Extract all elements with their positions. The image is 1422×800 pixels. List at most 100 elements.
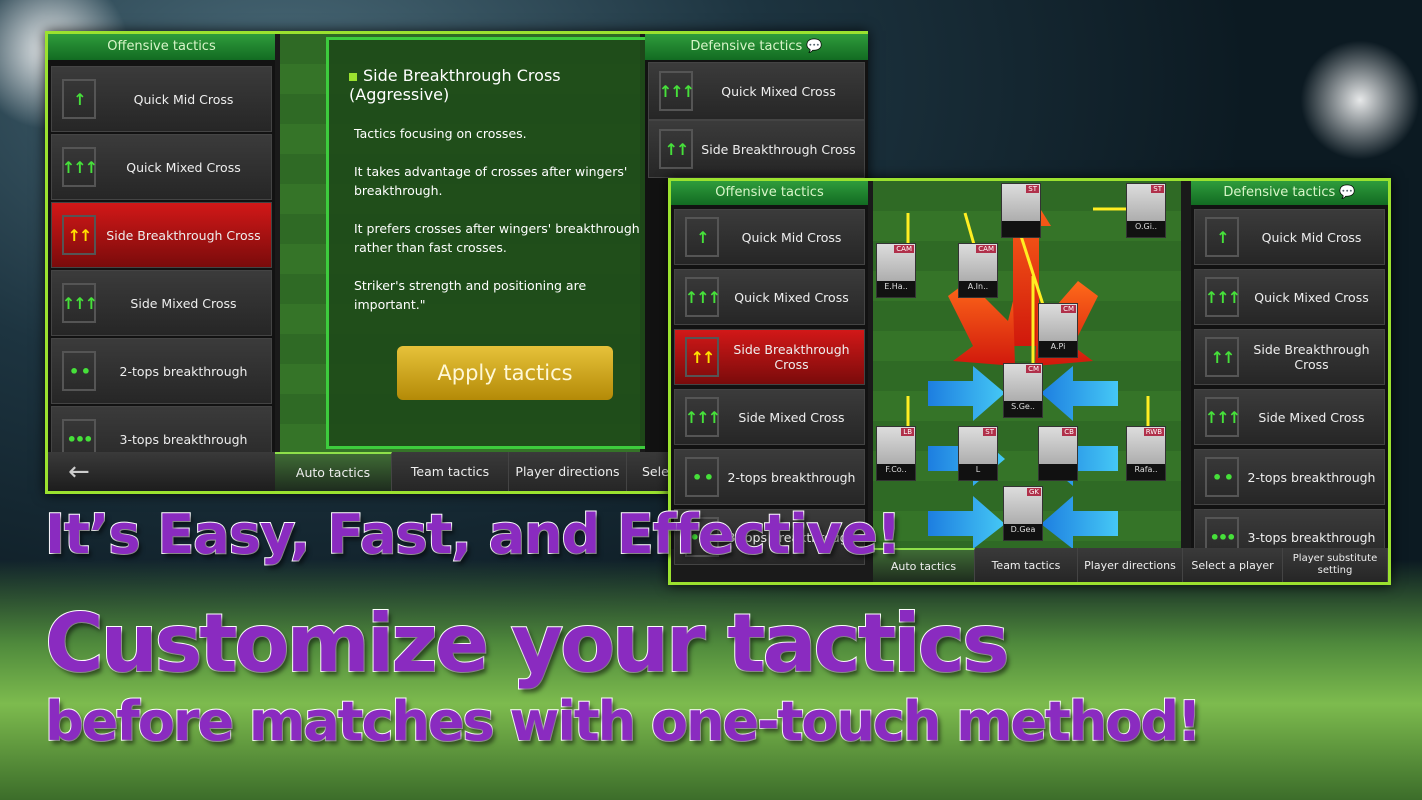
tactic-label: Quick Mixed Cross bbox=[1254, 289, 1369, 305]
tab-player-directions[interactable]: Player directions bbox=[509, 452, 627, 491]
player-position: RWB bbox=[1143, 428, 1164, 436]
tab-select-player[interactable]: Select a player bbox=[1183, 548, 1283, 582]
tactic-label: 3-tops breakthrough bbox=[119, 431, 248, 447]
tactic-label: 2-tops breakthrough bbox=[727, 469, 856, 485]
tactic-item[interactable]: ↑↑ Side Breakthrough Cross bbox=[648, 120, 865, 178]
tactic-formation-icon: ↑↑↑ bbox=[659, 71, 695, 111]
tactic-label: Side Breakthrough Cross bbox=[1253, 342, 1370, 372]
player-name: L bbox=[959, 464, 997, 480]
player-card[interactable]: ST L bbox=[958, 426, 998, 481]
tactic-label: Side Breakthrough Cross bbox=[106, 227, 261, 243]
tactic-formation-icon: ↑ bbox=[685, 217, 719, 257]
offensive-tactics-header: Offensive tactics bbox=[48, 34, 275, 60]
player-name: S.Ge.. bbox=[1004, 401, 1042, 417]
player-card[interactable]: CAM A.In.. bbox=[958, 243, 998, 298]
tab-player-directions[interactable]: Player directions bbox=[1078, 548, 1183, 582]
player-name: D.Gea bbox=[1004, 524, 1042, 540]
player-card[interactable]: LB F.Co.. bbox=[876, 426, 916, 481]
tab-auto-tactics[interactable]: Auto tactics bbox=[275, 452, 392, 491]
tab-team-tactics[interactable]: Team tactics bbox=[392, 452, 509, 491]
player-position: CM bbox=[1061, 305, 1076, 313]
tactic-label: Quick Mixed Cross bbox=[734, 289, 849, 305]
player-name: O.Gi.. bbox=[1127, 221, 1165, 237]
player-position: CM bbox=[1026, 365, 1041, 373]
back-arrow-icon: ← bbox=[68, 456, 90, 487]
player-card[interactable]: CM S.Ge.. bbox=[1003, 363, 1043, 418]
tactic-formation-icon: ↑↑ bbox=[685, 337, 719, 377]
chat-icon[interactable]: 💬 bbox=[1339, 185, 1355, 200]
headline-line-1: It’s Easy, Fast, and Effective! bbox=[44, 502, 902, 567]
tactic-item[interactable]: • • 2-tops breakthrough bbox=[51, 338, 272, 404]
tactic-item[interactable]: ↑↑↑ Side Mixed Cross bbox=[1194, 389, 1385, 445]
tab-player-substitute-setting[interactable]: Player substitute setting bbox=[1283, 548, 1388, 582]
tactic-item[interactable]: ↑↑ Side Breakthrough Cross bbox=[674, 329, 865, 385]
defensive-tactics-column: Defensive tactics 💬 ↑ Quick Mid Cross ↑↑↑ Q… bbox=[1191, 181, 1388, 565]
player-card[interactable]: ST bbox=[1001, 183, 1041, 238]
player-position: ST bbox=[983, 428, 996, 436]
description-line: Striker's strength and positioning are i… bbox=[354, 278, 587, 312]
press-arrow bbox=[928, 496, 1005, 549]
tactic-formation-icon: ↑↑↑ bbox=[62, 283, 98, 323]
player-position: ST bbox=[1026, 185, 1039, 193]
player-card[interactable]: RWB Rafa.. bbox=[1126, 426, 1166, 481]
player-card[interactable]: ST O.Gi.. bbox=[1126, 183, 1166, 238]
description-line: Tactics focusing on crosses. bbox=[354, 126, 527, 141]
tactic-formation-icon: • • bbox=[1205, 457, 1239, 497]
player-name bbox=[1039, 464, 1077, 480]
description-line: It prefers crosses after wingers' breakt… bbox=[354, 221, 640, 255]
tactic-item[interactable]: ↑ Quick Mid Cross bbox=[51, 66, 272, 132]
tactic-item[interactable]: ↑↑ Side Breakthrough Cross bbox=[1194, 329, 1385, 385]
tactic-item[interactable]: ↑↑↑ Side Mixed Cross bbox=[51, 270, 272, 336]
tactic-formation-icon: ↑↑↑ bbox=[1205, 397, 1241, 437]
defensive-tactics-label: Defensive tactics bbox=[1223, 185, 1336, 200]
tactic-item[interactable]: ↑↑↑ Quick Mixed Cross bbox=[51, 134, 272, 200]
player-name: E.Ha.. bbox=[877, 281, 915, 297]
player-card[interactable]: CM A.Pi bbox=[1038, 303, 1078, 358]
tactic-formation-icon: ↑↑↑ bbox=[685, 397, 721, 437]
tactic-item[interactable]: • • 2-tops breakthrough bbox=[1194, 449, 1385, 505]
tactic-label: Quick Mid Cross bbox=[1261, 229, 1362, 245]
tactic-formation-icon: ↑ bbox=[1205, 217, 1239, 257]
tactic-label: Side Breakthrough Cross bbox=[701, 141, 856, 157]
chat-icon[interactable]: 💬 bbox=[806, 39, 822, 54]
tab-team-tactics[interactable]: Team tactics bbox=[975, 548, 1078, 582]
tactic-item[interactable]: ↑ Quick Mid Cross bbox=[1194, 209, 1385, 265]
headline-line-3: before matches with one-touch method! bbox=[44, 689, 1203, 754]
offensive-tactics-column: Offensive tactics ↑ Quick Mid Cross ↑↑↑ Qui… bbox=[671, 181, 868, 565]
tactic-label: Quick Mid Cross bbox=[133, 91, 234, 107]
description-line: It takes advantage of crosses after wing… bbox=[354, 164, 628, 198]
apply-tactics-button[interactable]: Apply tactics bbox=[397, 346, 613, 400]
press-arrow bbox=[1041, 366, 1118, 421]
player-card[interactable]: CAM E.Ha.. bbox=[876, 243, 916, 298]
tactic-label: 2-tops breakthrough bbox=[119, 363, 248, 379]
tactic-formation-icon: ↑↑ bbox=[659, 129, 693, 169]
tactic-label: 2-tops breakthrough bbox=[1247, 469, 1376, 485]
tactic-formation-icon: ↑↑↑ bbox=[685, 277, 721, 317]
player-position: ST bbox=[1151, 185, 1164, 193]
tactic-item[interactable]: ↑↑ Side Breakthrough Cross bbox=[51, 202, 272, 268]
tactic-formation-icon: ↑↑↑ bbox=[62, 147, 98, 187]
tactic-formation-icon: ↑↑ bbox=[62, 215, 96, 255]
player-name bbox=[1002, 221, 1040, 237]
back-button[interactable]: ← bbox=[48, 452, 275, 491]
tactic-title-text: Side Breakthrough Cross (Aggressive) bbox=[349, 66, 561, 104]
offensive-tactics-header: Offensive tactics bbox=[671, 181, 868, 205]
player-name: A.Pi bbox=[1039, 341, 1077, 357]
player-position: CAM bbox=[976, 245, 996, 253]
player-name: A.In.. bbox=[959, 281, 997, 297]
headline-line-2: Customize your tactics bbox=[44, 596, 1011, 691]
tactic-item[interactable]: ↑ Quick Mid Cross bbox=[674, 209, 865, 265]
tactic-item[interactable]: • • 2-tops breakthrough bbox=[674, 449, 865, 505]
offensive-tactics-column: Offensive tactics ↑ Quick Mid Cross ↑↑↑ Qui… bbox=[48, 34, 275, 472]
player-card[interactable]: GK D.Gea bbox=[1003, 486, 1043, 541]
tactic-label: Quick Mid Cross bbox=[741, 229, 842, 245]
press-arrow bbox=[928, 366, 1005, 421]
tactic-item[interactable]: ↑↑↑ Quick Mixed Cross bbox=[1194, 269, 1385, 325]
player-position: CB bbox=[1062, 428, 1076, 436]
tactic-formation-icon: • • bbox=[62, 351, 96, 391]
tactic-label: Side Mixed Cross bbox=[1258, 409, 1365, 425]
tactic-item[interactable]: ↑↑↑ Quick Mixed Cross bbox=[674, 269, 865, 325]
tactic-item[interactable]: ↑↑↑ Side Mixed Cross bbox=[674, 389, 865, 445]
player-card[interactable]: CB bbox=[1038, 426, 1078, 481]
tactic-item[interactable]: ↑↑↑ Quick Mixed Cross bbox=[648, 62, 865, 120]
